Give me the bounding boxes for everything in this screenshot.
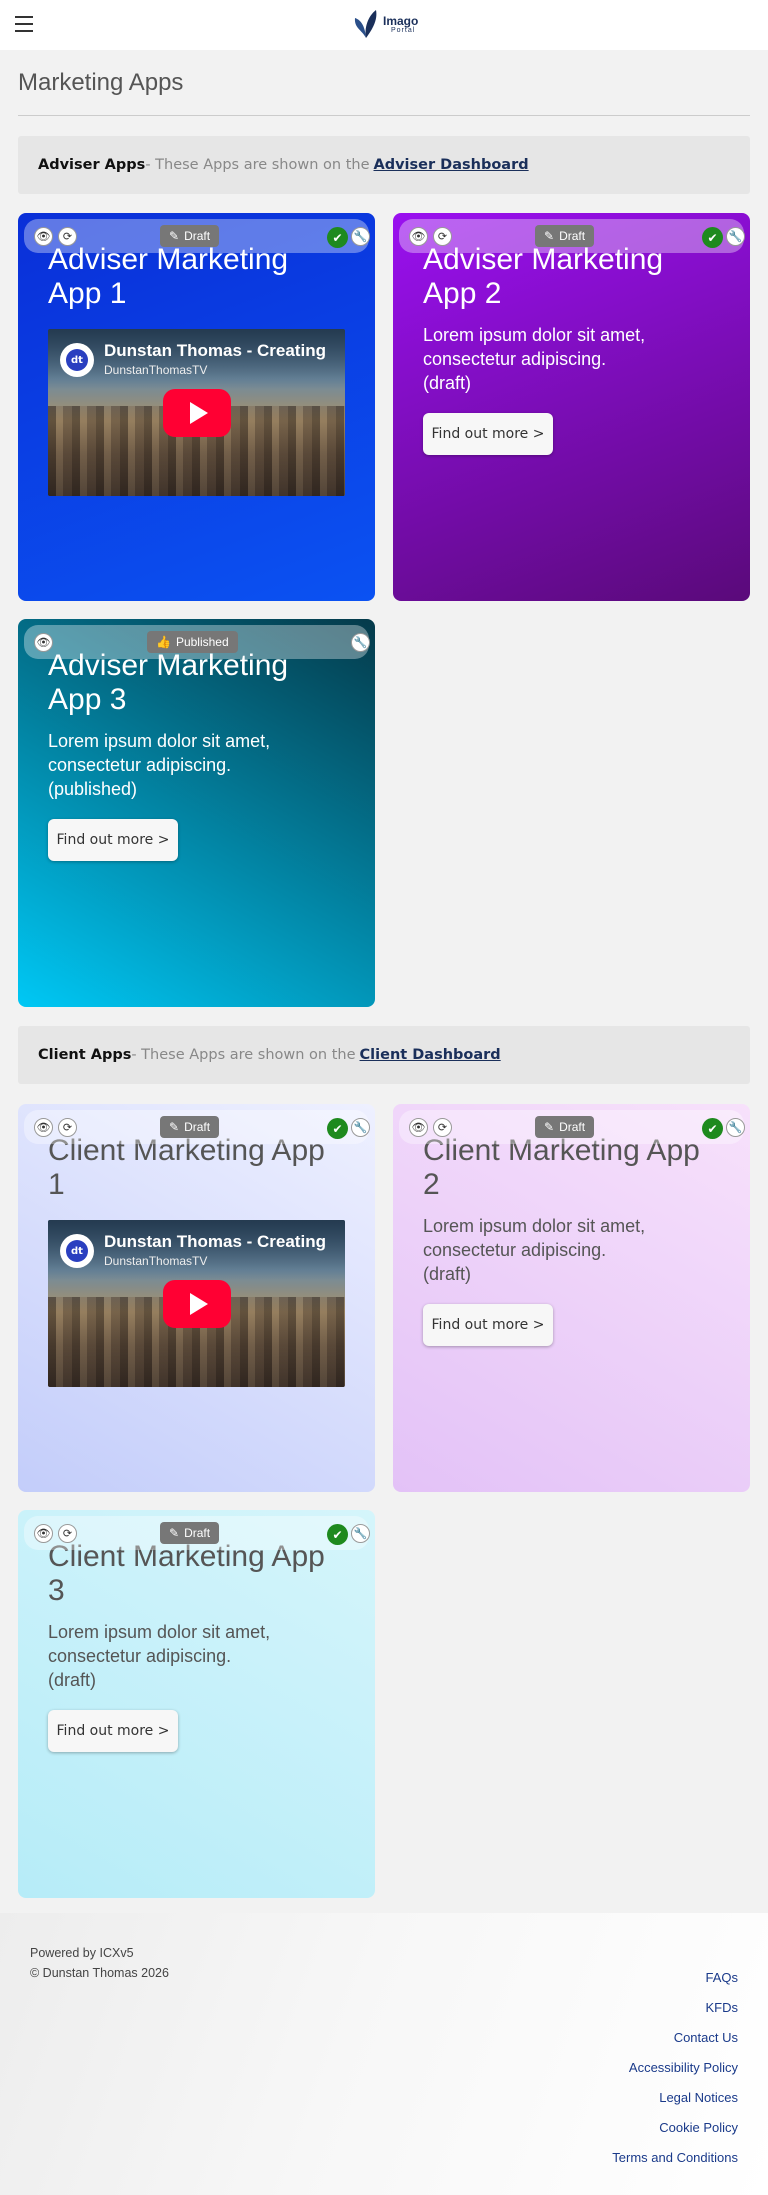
visibility-icon[interactable]: 👁: [34, 227, 53, 246]
pencil-icon: ✎: [169, 229, 180, 243]
client-section-label: Client Apps: [38, 1047, 132, 1063]
refresh-icon[interactable]: ⟳: [58, 227, 77, 246]
video-channel[interactable]: DunstanThomasTV: [104, 1254, 207, 1268]
logo-name: Imago: [383, 13, 419, 28]
find-out-more-button[interactable]: Find out more >: [423, 1304, 553, 1346]
pencil-icon: ✎: [169, 1120, 180, 1134]
refresh-icon[interactable]: ⟳: [58, 1524, 77, 1543]
visibility-icon[interactable]: 👁: [34, 1118, 53, 1137]
status-badge: 👍 Published: [147, 631, 238, 653]
card-title: Client Marketing App 2: [423, 1134, 700, 1201]
card-toolbar: 👁 👍 Published 🔧: [24, 625, 370, 659]
client-dashboard-link[interactable]: Client Dashboard: [360, 1047, 501, 1063]
client-app-card-3: Client Marketing App 3 Lorem ipsum dolor…: [18, 1510, 375, 1898]
wrench-icon[interactable]: 🔧: [726, 227, 745, 246]
copyright-text: © Dunstan Thomas 2026: [30, 1966, 169, 1980]
find-out-more-button[interactable]: Find out more >: [48, 1710, 178, 1752]
approve-check-icon[interactable]: ✔: [702, 1118, 723, 1139]
card-toolbar: 👁 ⟳ ✎ Draft ✔ 🔧: [399, 1110, 745, 1144]
footer-credits: Powered by ICXv5 © Dunstan Thomas 2026: [30, 1943, 169, 1983]
wrench-icon[interactable]: 🔧: [351, 227, 370, 246]
client-section-text: - These Apps are shown on the: [131, 1047, 356, 1063]
card-title: Client Marketing App 1: [48, 1134, 325, 1201]
footer-link-terms[interactable]: Terms and Conditions: [612, 2143, 738, 2173]
pencil-icon: ✎: [544, 1120, 555, 1134]
visibility-icon[interactable]: 👁: [409, 1118, 428, 1137]
card-description: Lorem ipsum dolor sit amet, consectetur …: [48, 731, 271, 799]
card-title: Adviser Marketing App 2: [423, 243, 664, 310]
adviser-section-label: Adviser Apps: [38, 157, 146, 173]
status-badge: ✎ Draft: [160, 225, 220, 247]
pencil-icon: ✎: [169, 1526, 180, 1540]
adviser-section-text: - These Apps are shown on the: [145, 157, 370, 173]
visibility-icon[interactable]: 👁: [34, 633, 53, 652]
video-channel[interactable]: DunstanThomasTV: [104, 363, 207, 377]
refresh-icon[interactable]: ⟳: [58, 1118, 77, 1137]
card-description: Lorem ipsum dolor sit amet, consectetur …: [423, 325, 646, 393]
footer-link-legal[interactable]: Legal Notices: [612, 2083, 738, 2113]
wrench-icon[interactable]: 🔧: [351, 1118, 370, 1137]
refresh-icon[interactable]: ⟳: [433, 1118, 452, 1137]
card-title: Client Marketing App 3: [48, 1540, 325, 1607]
powered-by-text: Powered by ICXv5: [30, 1946, 134, 1960]
approve-check-icon[interactable]: ✔: [327, 1118, 348, 1139]
adviser-app-card-1: Adviser Marketing App 1 dt Dunstan Thoma…: [18, 213, 375, 601]
video-title[interactable]: Dunstan Thomas - Creating: [104, 1232, 326, 1252]
card-title: Adviser Marketing App 3: [48, 649, 289, 716]
card-toolbar: 👁 ⟳ ✎ Draft ✔ 🔧: [24, 1110, 370, 1144]
approve-check-icon[interactable]: ✔: [327, 1524, 348, 1545]
footer-link-cookie[interactable]: Cookie Policy: [612, 2113, 738, 2143]
wrench-icon[interactable]: 🔧: [351, 1524, 370, 1543]
channel-avatar[interactable]: dt: [60, 1234, 94, 1268]
footer: Powered by ICXv5 © Dunstan Thomas 2026 F…: [0, 1913, 768, 2195]
youtube-play-icon[interactable]: [163, 1280, 231, 1328]
find-out-more-button[interactable]: Find out more >: [48, 819, 178, 861]
top-bar: Imago Portal: [0, 0, 768, 50]
client-section-bar: Client Apps - These Apps are shown on th…: [18, 1026, 750, 1084]
pencil-icon: ✎: [544, 229, 555, 243]
page-title: Marketing Apps: [18, 69, 184, 96]
refresh-icon[interactable]: ⟳: [433, 227, 452, 246]
youtube-play-icon[interactable]: [163, 389, 231, 437]
butterfly-logo-icon: [354, 10, 377, 38]
footer-link-kfds[interactable]: KFDs: [612, 1993, 739, 2023]
thumbs-up-icon: 👍: [156, 635, 171, 649]
status-badge: ✎ Draft: [535, 225, 595, 247]
card-toolbar: 👁 ⟳ ✎ Draft ✔ 🔧: [399, 219, 745, 253]
status-badge: ✎ Draft: [160, 1116, 220, 1138]
wrench-icon[interactable]: 🔧: [726, 1118, 745, 1137]
status-badge: ✎ Draft: [535, 1116, 595, 1138]
adviser-dashboard-link[interactable]: Adviser Dashboard: [374, 157, 529, 173]
approve-check-icon[interactable]: ✔: [702, 227, 723, 248]
client-app-card-1: Client Marketing App 1 dt Dunstan Thomas…: [18, 1104, 375, 1492]
footer-link-contact[interactable]: Contact Us: [612, 2023, 738, 2053]
status-badge: ✎ Draft: [160, 1522, 220, 1544]
logo[interactable]: Imago Portal: [352, 8, 418, 40]
footer-link-accessibility[interactable]: Accessibility Policy: [612, 2053, 738, 2083]
logo-sub: Portal: [391, 26, 416, 34]
card-description: Lorem ipsum dolor sit amet, consectetur …: [423, 1216, 646, 1284]
card-toolbar: 👁 ⟳ ✎ Draft ✔ 🔧: [24, 219, 370, 253]
video-embed[interactable]: dt Dunstan Thomas - Creating DunstanThom…: [48, 1220, 345, 1387]
adviser-section-bar: Adviser Apps - These Apps are shown on t…: [18, 136, 750, 194]
approve-check-icon[interactable]: ✔: [327, 227, 348, 248]
card-description: Lorem ipsum dolor sit amet, consectetur …: [48, 1622, 271, 1690]
find-out-more-button[interactable]: Find out more >: [423, 413, 553, 455]
hamburger-menu-icon[interactable]: [15, 16, 33, 32]
title-divider: [18, 115, 750, 116]
adviser-app-card-2: Adviser Marketing App 2 Lorem ipsum dolo…: [393, 213, 750, 601]
card-toolbar: 👁 ⟳ ✎ Draft ✔ 🔧: [24, 1516, 370, 1550]
video-title[interactable]: Dunstan Thomas - Creating: [104, 341, 326, 361]
footer-link-faqs[interactable]: FAQs: [612, 1963, 738, 1993]
footer-links: FAQs KFDs Contact Us Accessibility Polic…: [612, 1963, 738, 2173]
client-app-card-2: Client Marketing App 2 Lorem ipsum dolor…: [393, 1104, 750, 1492]
visibility-icon[interactable]: 👁: [34, 1524, 53, 1543]
card-title: Adviser Marketing App 1: [48, 243, 289, 310]
wrench-icon[interactable]: 🔧: [351, 633, 370, 652]
video-embed[interactable]: dt Dunstan Thomas - Creating DunstanThom…: [48, 329, 345, 496]
adviser-app-card-3: Adviser Marketing App 3 Lorem ipsum dolo…: [18, 619, 375, 1007]
channel-avatar[interactable]: dt: [60, 343, 94, 377]
visibility-icon[interactable]: 👁: [409, 227, 428, 246]
